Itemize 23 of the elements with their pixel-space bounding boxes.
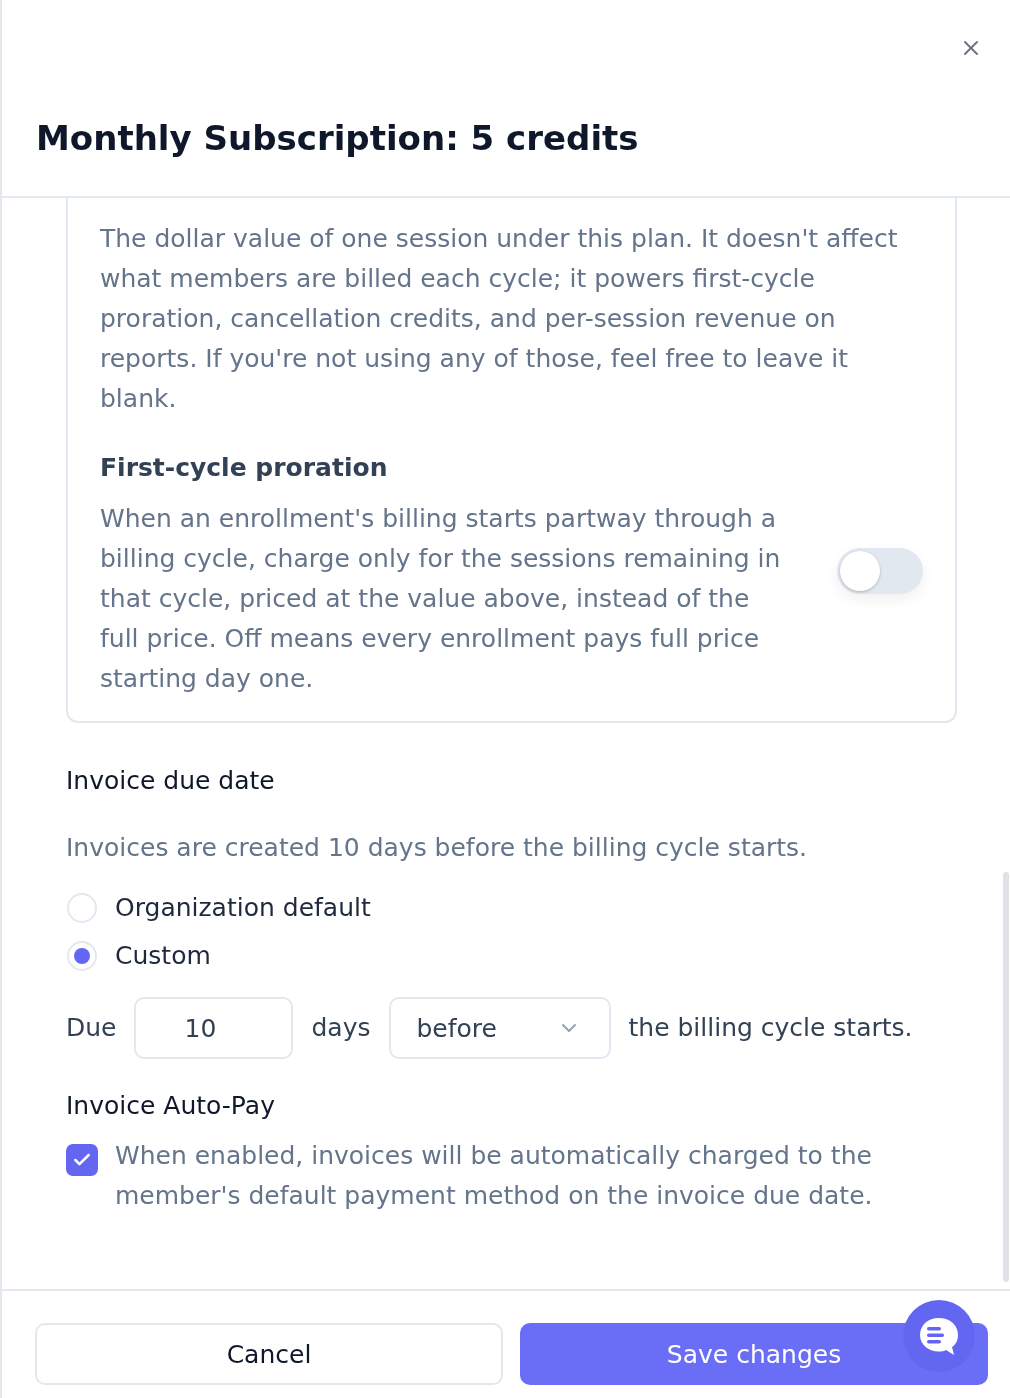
direction-select[interactable]: before [388, 997, 611, 1059]
scrollbar-thumb[interactable] [1003, 872, 1009, 1282]
suffix-text: the billing cycle starts. [628, 1012, 913, 1044]
unit-label: days [311, 1012, 371, 1044]
description-text: The dollar value of one session under this plan. It doesn't affect what members are billed each cycle; it powers first-cycle proration, cancellation credits, and per-session revenue on reports. If you're not using any of those, feel free to leave it blank. [100, 223, 899, 415]
radio-label[interactable]: Custom [115, 936, 211, 976]
note-text: Invoices are created 10 days before the billing cycle starts. [66, 832, 809, 864]
section-title: Invoice Auto-Pay [66, 1090, 276, 1122]
save-button[interactable]: Save changes [520, 1323, 988, 1385]
description-text: When an enrollment's billing starts partway through a billing cycle, charge only for the sessions remaining in that cycle, priced at the value above, instead of the full price. Off means every enrollment pays full price starting day one. [100, 503, 782, 695]
due-label: Due [66, 1012, 117, 1044]
radio-button[interactable] [67, 941, 97, 971]
radio-label[interactable]: Organization default [115, 888, 371, 928]
days-input[interactable]: 10 [134, 997, 294, 1059]
cancel-button[interactable]: Cancel [35, 1323, 503, 1385]
radio-button[interactable] [67, 893, 97, 923]
section-heading: First-cycle proration [100, 452, 389, 484]
description-text: When enabled, invoices will be automatically charged to the member's default payment method on the invoice due date. [115, 1140, 874, 1212]
chat-bubble-icon[interactable] [903, 1300, 975, 1372]
toggle-switch[interactable] [837, 548, 923, 594]
section-title: Invoice due date [66, 765, 276, 797]
checkbox[interactable] [66, 1144, 98, 1176]
dialog-title: Monthly Subscription: 5 credits [36, 117, 640, 160]
